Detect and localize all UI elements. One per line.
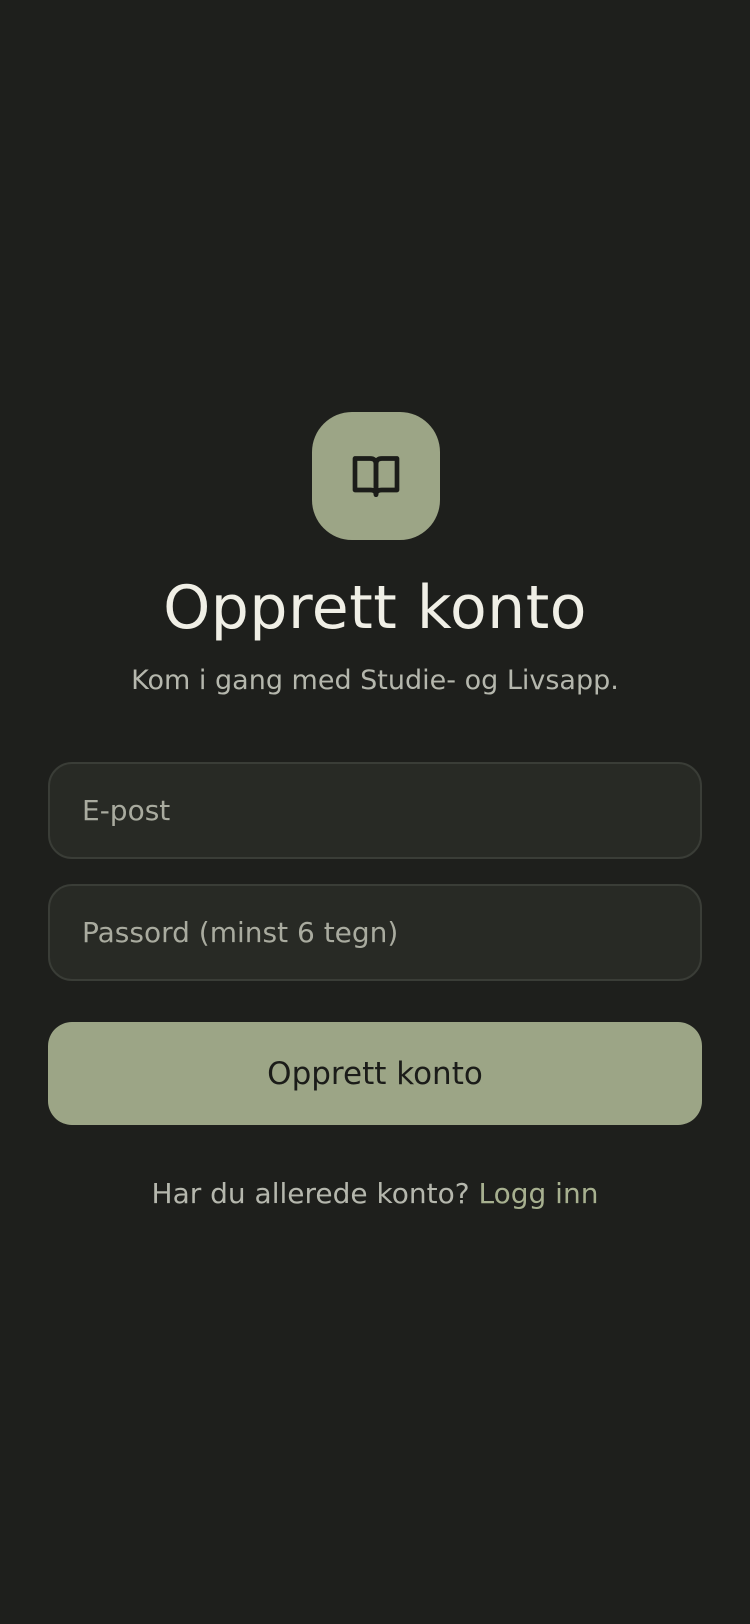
login-prompt-text: Har du allerede konto? <box>151 1177 470 1210</box>
open-book-icon <box>352 456 400 497</box>
create-account-button[interactable]: Opprett konto <box>48 1022 702 1125</box>
page-subtitle: Kom i gang med Studie- og Livsapp. <box>131 665 619 696</box>
email-field[interactable] <box>50 764 700 857</box>
password-field-container <box>48 884 702 981</box>
password-field[interactable] <box>50 886 700 979</box>
login-link[interactable]: Logg inn <box>479 1177 599 1210</box>
email-field-container <box>48 762 702 859</box>
page-title: Opprett konto <box>163 573 587 643</box>
app-logo <box>312 412 440 540</box>
login-prompt: Har du allerede konto? Logg inn <box>0 1174 750 1214</box>
